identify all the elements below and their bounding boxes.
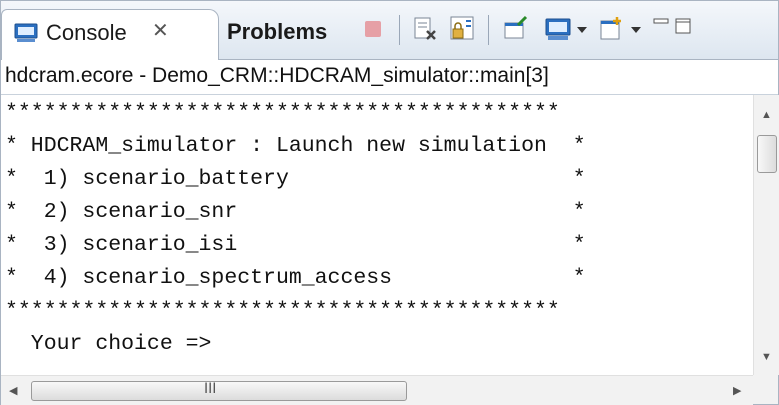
console-line: * 2) scenario_snr * [5,200,586,224]
console-line: * 1) scenario_battery * [5,167,586,191]
stop-icon[interactable] [359,13,389,45]
chevron-down-icon[interactable] [575,13,589,45]
tab-console-label: Console [46,20,127,45]
console-title-bar: hdcram.ecore - Demo_CRM::HDCRAM_simulato… [1,60,778,95]
vertical-scrollbar[interactable]: ▲ ▼ [753,95,779,375]
toolbar-separator [399,15,400,45]
pin-icon[interactable] [501,13,531,45]
console-line: * 3) scenario_isi * [5,233,586,257]
maximize-icon[interactable] [673,13,695,45]
console-line: ****************************************… [5,101,560,125]
display-console-icon[interactable] [543,13,573,45]
scrollbar-corner [753,375,778,404]
console-line: ****************************************… [5,299,560,323]
console-line: * 4) scenario_spectrum_access * [5,266,586,290]
scroll-right-icon[interactable]: ▶ [733,384,741,397]
remove-launch-icon[interactable] [411,13,441,45]
vertical-scroll-thumb[interactable] [757,135,777,173]
tab-problems[interactable]: Problems [227,19,327,45]
open-console-icon[interactable] [597,13,627,45]
tab-console[interactable]: Console ✕ [1,9,219,60]
tab-bar: Console ✕ Problems [1,1,778,60]
chevron-down-icon[interactable] [629,13,643,45]
console-line: * HDCRAM_simulator : Launch new simulati… [5,134,586,158]
console-view: Console ✕ Problems hdcram.ecore - Demo_C… [0,0,779,405]
toolbar-separator [488,15,489,45]
horizontal-scroll-thumb[interactable]: III [31,381,407,401]
scroll-down-icon[interactable]: ▼ [761,351,772,363]
scroll-left-icon[interactable]: ◀ [9,384,17,397]
launch-path-label: hdcram.ecore - Demo_CRM::HDCRAM_simulato… [5,64,549,87]
close-icon[interactable]: ✕ [152,18,169,43]
minimize-icon[interactable] [651,13,673,45]
scroll-grip: III [204,381,217,397]
console-output[interactable]: ****************************************… [1,95,753,375]
scroll-lock-icon[interactable] [447,13,477,45]
console-prompt: Your choice => [5,332,212,356]
horizontal-scrollbar[interactable]: ◀ III ▶ [1,375,753,405]
console-icon [14,23,38,42]
scroll-up-icon[interactable]: ▲ [761,109,772,121]
